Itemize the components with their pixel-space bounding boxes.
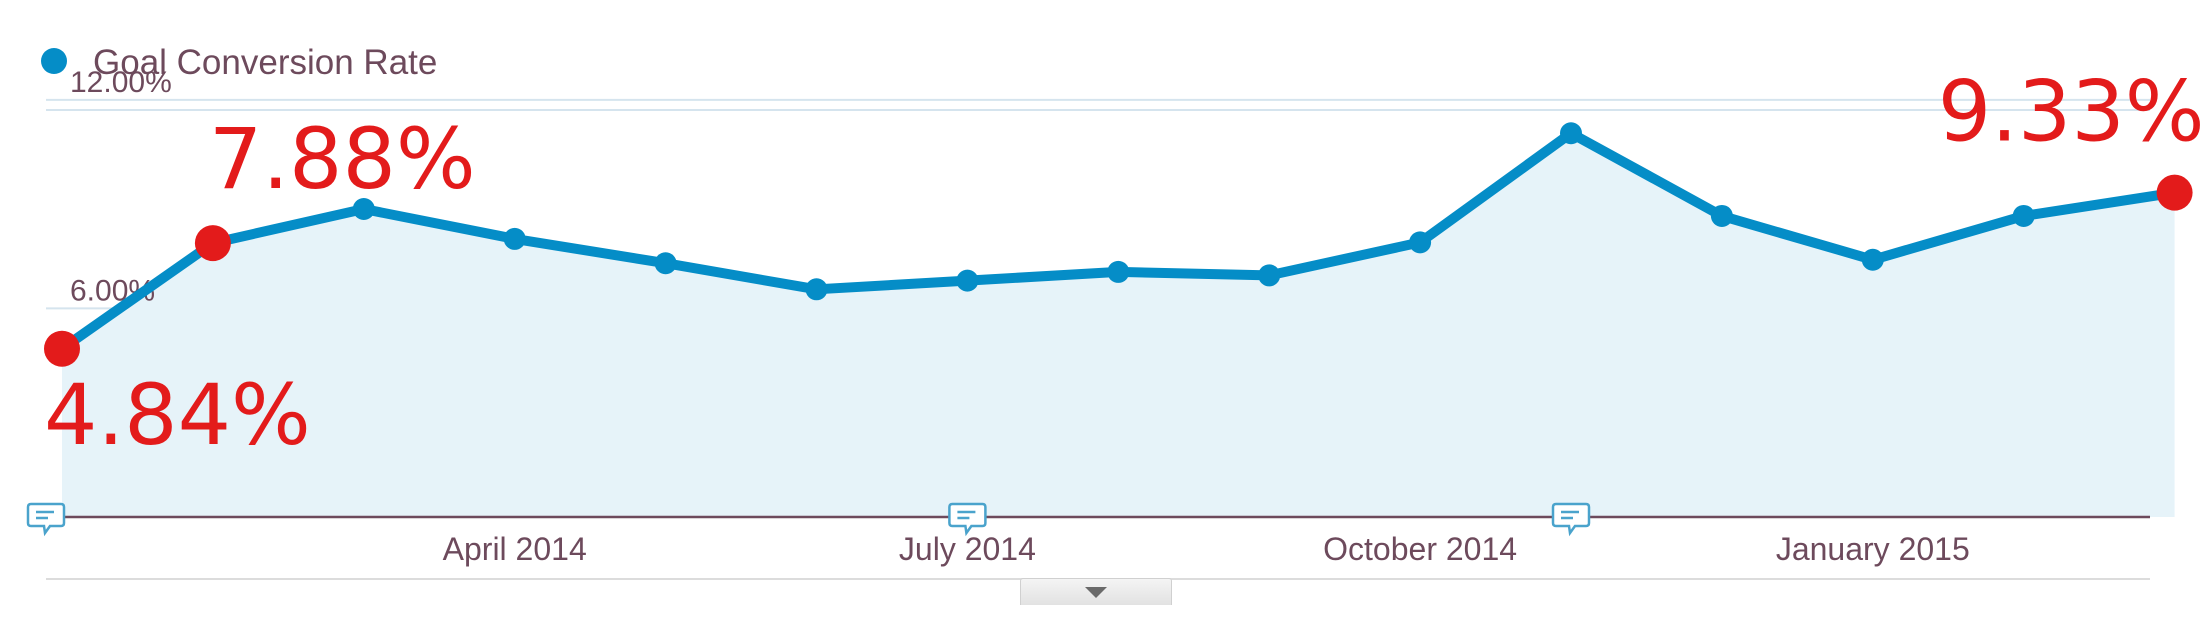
x-tick-label: January 2015	[1776, 531, 1970, 567]
y-tick-labels: 12.00%6.00%	[70, 66, 172, 308]
annotation-marker-icon[interactable]	[26, 502, 66, 537]
highlight-point	[44, 330, 80, 367]
chevron-down-icon	[1085, 587, 1107, 598]
data-point	[503, 227, 526, 250]
data-point	[1861, 248, 1884, 271]
x-tick-label: October 2014	[1323, 531, 1517, 567]
collapse-toggle-button[interactable]	[1020, 578, 1172, 605]
annotation-marker-icon[interactable]	[948, 502, 987, 537]
goal-conversion-chart: Goal Conversion Rate 12.00%6.00% April 2…	[26, 43, 2200, 580]
data-point	[1107, 260, 1130, 283]
data-point	[654, 252, 677, 275]
highlight-point	[194, 225, 231, 262]
callout-label: 9.33%	[1938, 63, 2200, 161]
data-point	[1560, 122, 1582, 145]
x-tick-labels: April 2014 July 2014 October 2014 January 2…	[443, 531, 1970, 567]
y-tick-label: 12.00%	[70, 66, 172, 99]
legend-swatch	[41, 48, 67, 74]
data-point	[2012, 204, 2035, 227]
x-tick-label: April 2014	[443, 531, 587, 567]
data-point	[1710, 204, 1733, 227]
callout-label: 4.84%	[44, 366, 311, 464]
data-point	[1409, 231, 1432, 254]
data-point	[1258, 264, 1281, 287]
annotation-marker-icon[interactable]	[1551, 502, 1591, 537]
highlight-point	[2156, 174, 2193, 211]
x-tick-label: July 2014	[899, 531, 1036, 567]
data-point	[956, 269, 979, 292]
callout-label: 7.88%	[209, 110, 476, 208]
data-point	[805, 278, 828, 301]
